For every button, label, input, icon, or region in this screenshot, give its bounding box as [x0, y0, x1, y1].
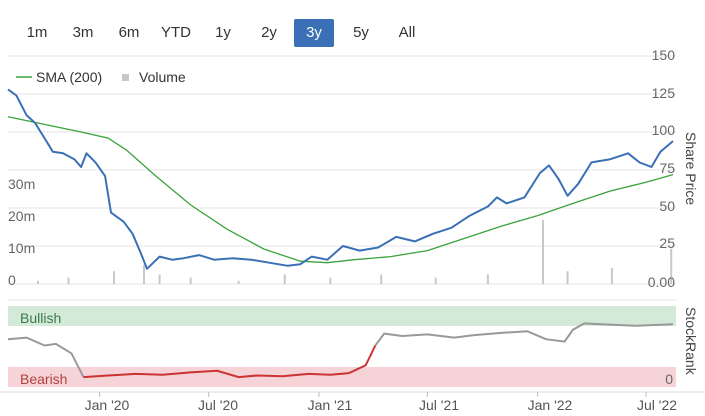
legend-sma-label: SMA (200): [36, 69, 102, 85]
price-tick-75: 75: [659, 160, 675, 176]
stock-chart: SMA (200) Volume 150 125 100 75 50 25 0.…: [0, 47, 705, 413]
legend-volume-swatch: [122, 74, 129, 81]
volume-bar-8: [329, 277, 332, 284]
share-price-line: [7, 88, 674, 270]
volume-bar-4: [158, 274, 161, 284]
gridlines: [8, 55, 676, 285]
volume-tick-30m: 30m: [8, 176, 35, 192]
price-tick-50: 50: [659, 198, 675, 214]
legend-volume-label: Volume: [139, 69, 186, 85]
price-tick-25: 25: [659, 235, 675, 251]
volume-bars: [36, 220, 673, 284]
volume-bar-14: [610, 268, 613, 284]
rank-tick-0: 0: [665, 371, 673, 387]
date-tick-jan-22: Jan '22: [528, 397, 573, 413]
volume-bar-11: [486, 274, 489, 284]
volume-bar-13: [566, 271, 569, 284]
bearish-label: Bearish: [20, 371, 67, 387]
date-tick-jan-21: Jan '21: [308, 397, 353, 413]
volume-bar-5: [189, 277, 192, 284]
date-tick-jul-21: Jul '21: [419, 397, 459, 413]
volume-bar-1: [67, 277, 70, 284]
volume-tick-0: 0: [8, 272, 16, 288]
volume-bar-3: [142, 264, 145, 284]
volume-bar-6: [237, 280, 240, 284]
volume-bar-7: [283, 274, 286, 284]
share-price-axis-title: Share Price: [683, 132, 699, 205]
date-tick-jul-20: Jul '20: [198, 397, 238, 413]
price-tick-0: 0.00: [648, 274, 675, 290]
volume-tick-10m: 10m: [8, 240, 35, 256]
volume-bar-10: [434, 277, 437, 284]
price-tick-150: 150: [652, 47, 676, 63]
volume-bar-12: [541, 220, 544, 284]
price-tick-125: 125: [652, 85, 676, 101]
volume-tick-20m: 20m: [8, 208, 35, 224]
stockrank-axis-title: StockRank: [683, 307, 699, 376]
price-tick-100: 100: [652, 122, 676, 138]
volume-bar-2: [113, 271, 116, 284]
volume-bar-9: [380, 274, 383, 284]
date-tick-jul-22: Jul '22: [637, 397, 677, 413]
date-tick-jan-20: Jan '20: [85, 397, 130, 413]
bullish-band: [8, 306, 676, 326]
bearish-band: [8, 367, 676, 387]
volume-bar-0: [36, 280, 39, 284]
bullish-label: Bullish: [20, 310, 61, 326]
